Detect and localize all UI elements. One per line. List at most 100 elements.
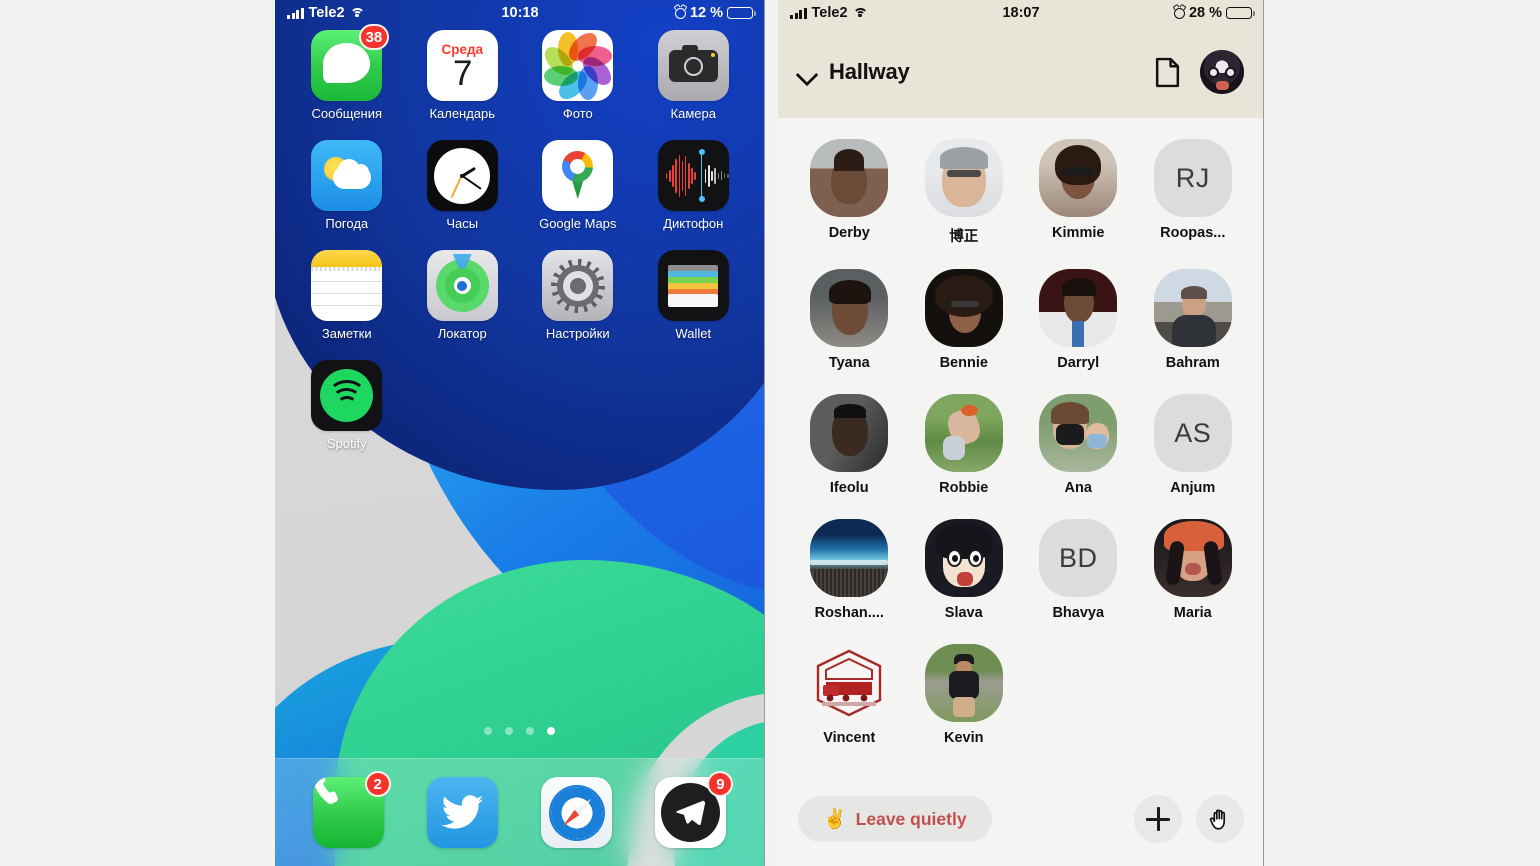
member-tile[interactable]: Tyana [792, 269, 907, 371]
clock-icon [426, 140, 498, 211]
member-tile[interactable]: Kimmie [1021, 139, 1136, 246]
dock-app-telegram[interactable]: 9 [655, 771, 734, 848]
member-tile[interactable]: RJ Roopas... [1136, 139, 1251, 246]
member-avatar-initials[interactable]: RJ [1153, 139, 1232, 217]
member-avatar[interactable] [924, 139, 1003, 217]
member-initials: RJ [1175, 162, 1210, 193]
clock-label: 10:18 [501, 5, 539, 21]
app-spotify[interactable]: Spotify [289, 360, 405, 451]
room-title: Hallway [829, 59, 910, 84]
app-notes[interactable]: Заметки [289, 250, 405, 341]
member-initials: AS [1174, 417, 1212, 448]
member-name: Anjum [1170, 480, 1216, 496]
collapse-room-button[interactable]: Hallway [798, 59, 910, 85]
raise-hand-button[interactable] [1196, 795, 1244, 843]
member-tile[interactable]: BD Bhavya [1021, 519, 1136, 621]
member-tile[interactable]: Darryl [1021, 269, 1136, 371]
app-label: Сообщения [311, 106, 383, 121]
member-tile[interactable]: Robbie [907, 394, 1022, 496]
member-avatar-initials[interactable]: AS [1153, 394, 1232, 472]
member-name: Maria [1173, 605, 1212, 621]
page-dot[interactable] [526, 727, 534, 735]
member-name: 博正 [949, 229, 979, 245]
app-clock[interactable]: Часы [405, 140, 521, 231]
member-tile[interactable]: 博正 [907, 139, 1022, 246]
app-photos[interactable]: Фото [520, 30, 636, 121]
app-wallet[interactable]: Wallet [636, 250, 752, 341]
member-avatar[interactable] [810, 644, 889, 722]
members-card: Derby 博正 Kimmie RJ Roopas... Tyana Benni… [778, 117, 1263, 772]
dock-app-safari[interactable] [541, 777, 613, 848]
member-avatar[interactable] [1039, 269, 1118, 347]
weather-icon [311, 140, 383, 211]
app-voice-memos[interactable]: Диктофон [636, 140, 752, 231]
member-avatar[interactable] [810, 139, 889, 217]
document-icon[interactable] [1155, 57, 1180, 88]
calendar-day-number: 7 [453, 54, 472, 94]
page-dot[interactable] [484, 727, 492, 735]
clock-label: 18:07 [1002, 5, 1040, 21]
add-people-button[interactable] [1134, 795, 1182, 843]
member-avatar[interactable] [924, 519, 1003, 597]
app-messages[interactable]: 38 Сообщения [289, 24, 405, 121]
room-bottom-bar: ✌️ Leave quietly [778, 772, 1263, 866]
user-profile-avatar[interactable] [1200, 50, 1244, 94]
member-tile[interactable]: Vincent [792, 644, 907, 746]
app-label: Локатор [437, 326, 487, 341]
member-tile[interactable]: Bahram [1136, 269, 1251, 371]
member-initials: BD [1058, 542, 1098, 573]
app-google-maps[interactable]: Google Maps [520, 140, 636, 231]
member-name: Tyana [828, 355, 870, 371]
member-tile[interactable]: AS Anjum [1136, 394, 1251, 496]
member-avatar[interactable] [924, 394, 1003, 472]
raised-hand-icon [1209, 809, 1225, 830]
member-avatar[interactable] [1153, 519, 1232, 597]
page-dot[interactable] [505, 727, 513, 735]
member-avatar[interactable] [924, 644, 1003, 722]
battery-icon [1226, 6, 1255, 20]
member-name: Bahram [1165, 355, 1220, 371]
app-settings[interactable]: Настройки [520, 250, 636, 341]
app-icon-grid: 38 Сообщения Среда 7 Календарь Фото Каме… [275, 24, 764, 451]
member-name: Ana [1064, 480, 1092, 496]
alarm-clock-icon [674, 7, 686, 19]
leave-quietly-label: Leave quietly [855, 808, 967, 829]
member-name: Roopas... [1160, 225, 1226, 241]
member-tile[interactable]: Roshan.... [792, 519, 907, 621]
member-avatar[interactable] [1153, 269, 1232, 347]
members-grid: Derby 博正 Kimmie RJ Roopas... Tyana Benni… [792, 139, 1250, 746]
voice-memos-icon [657, 140, 729, 211]
left-phone-home-screen: Tele2 10:18 12 % 38 Сообщения Среда 7 Ка… [275, 0, 765, 866]
page-dot-active[interactable] [547, 727, 555, 735]
member-avatar-initials[interactable]: BD [1039, 519, 1118, 597]
member-tile[interactable]: Ifeolu [792, 394, 907, 496]
app-calendar[interactable]: Среда 7 Календарь [405, 30, 521, 121]
right-phone-clubhouse-room: Tele2 18:07 28 % Hallway Derby 博正 Kimmie… [778, 0, 1264, 866]
member-tile[interactable]: Ana [1021, 394, 1136, 496]
dock-app-phone[interactable]: 2 [312, 771, 391, 848]
member-tile[interactable]: Bennie [907, 269, 1022, 371]
member-avatar[interactable] [924, 269, 1003, 347]
app-weather[interactable]: Погода [289, 140, 405, 231]
member-name: Vincent [823, 730, 876, 746]
app-find-my[interactable]: Локатор [405, 250, 521, 341]
member-name: Bhavya [1052, 605, 1105, 621]
member-name: Slava [944, 605, 983, 621]
app-camera[interactable]: Камера [636, 30, 752, 121]
room-header: Hallway [778, 26, 1263, 118]
dock-app-twitter[interactable] [426, 777, 498, 848]
phone-badge: 2 [364, 771, 391, 797]
leave-quietly-button[interactable]: ✌️ Leave quietly [798, 796, 992, 842]
camera-icon [657, 30, 729, 101]
page-indicator-dots[interactable] [275, 727, 764, 735]
member-avatar[interactable] [810, 519, 889, 597]
member-avatar[interactable] [1039, 139, 1118, 217]
member-avatar[interactable] [810, 269, 889, 347]
member-avatar[interactable] [1039, 394, 1118, 472]
member-tile[interactable]: Derby [792, 139, 907, 246]
member-tile[interactable]: Kevin [907, 644, 1022, 746]
member-avatar[interactable] [810, 394, 889, 472]
ios-dock: 2 9 [275, 758, 764, 866]
member-tile[interactable]: Slava [907, 519, 1022, 621]
member-tile[interactable]: Maria [1136, 519, 1251, 621]
